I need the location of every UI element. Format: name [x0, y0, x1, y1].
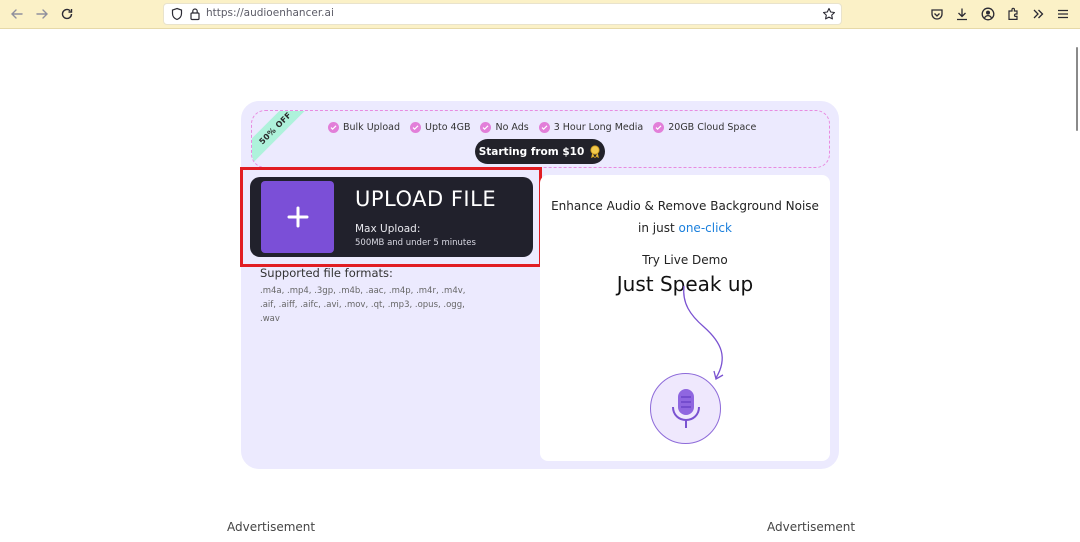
pricing-button[interactable]: Starting from $10 — [475, 139, 605, 164]
url-text[interactable]: https://audioenhancer.ai — [206, 7, 334, 19]
check-icon — [538, 121, 550, 133]
feature-list: Bulk Upload Upto 4GB No Ads 3 Hour Long … — [328, 120, 766, 134]
try-live-demo-label: Try Live Demo — [642, 253, 728, 267]
feature-label: 20GB Cloud Space — [668, 121, 757, 133]
check-icon — [328, 121, 339, 133]
menu-icon[interactable] — [1053, 5, 1073, 23]
upload-limit: 500MB and under 5 minutes — [355, 238, 476, 248]
feature-item: Bulk Upload — [328, 121, 400, 133]
formats-list: .m4a, .mp4, .3gp, .m4b, .aac, .m4p, .m4r… — [260, 286, 466, 324]
feature-item: No Ads — [480, 121, 529, 133]
feature-label: Upto 4GB — [425, 121, 471, 133]
plus-icon — [287, 206, 308, 228]
advertisement-label-right: Advertisement — [767, 520, 856, 534]
tagline-highlight: one-click — [678, 221, 732, 235]
browser-toolbar: https://audioenhancer.ai — [0, 0, 1080, 29]
star-icon[interactable] — [822, 7, 836, 21]
upload-title[interactable]: UPLOAD FILE — [355, 187, 496, 211]
forward-icon[interactable] — [32, 5, 52, 23]
formats-title: Supported file formats: — [260, 266, 393, 280]
upload-max-label: Max Upload: — [355, 223, 421, 235]
upload-plus-button[interactable] — [261, 181, 334, 253]
feature-item: 20GB Cloud Space — [653, 121, 757, 133]
lock-icon[interactable] — [189, 7, 201, 21]
advertisement-label-left: Advertisement — [227, 520, 316, 534]
download-icon[interactable] — [952, 5, 972, 23]
feature-label: No Ads — [495, 121, 529, 133]
pricing-label: Starting from $10 — [478, 145, 585, 158]
check-icon — [410, 121, 421, 133]
reload-icon[interactable] — [57, 5, 77, 23]
back-icon[interactable] — [7, 5, 27, 23]
shield-icon[interactable] — [170, 7, 184, 21]
tagline: Enhance Audio & Remove Background Noise … — [540, 195, 830, 239]
feature-item: Upto 4GB — [410, 121, 471, 133]
tagline-line2: in just one-click — [540, 217, 830, 239]
extensions-icon[interactable] — [1003, 5, 1023, 23]
tagline-line1: Enhance Audio & Remove Background Noise — [551, 199, 819, 213]
overflow-icon[interactable] — [1028, 5, 1048, 23]
url-bar[interactable]: https://audioenhancer.ai — [163, 3, 842, 25]
feature-label: 3 Hour Long Media — [553, 121, 644, 133]
account-icon[interactable] — [978, 5, 998, 23]
feature-item: 3 Hour Long Media — [538, 121, 644, 133]
tagline-prefix: in just — [638, 221, 679, 235]
microphone-icon — [671, 388, 700, 428]
feature-label: Bulk Upload — [343, 121, 400, 133]
page-scrollbar[interactable] — [1072, 29, 1080, 542]
award-icon — [590, 145, 600, 158]
microphone-button[interactable] — [650, 373, 721, 444]
scrollbar-thumb[interactable] — [1076, 47, 1078, 131]
check-icon — [480, 121, 492, 133]
discount-ribbon: 50% OFF — [252, 111, 314, 167]
check-icon — [653, 121, 665, 133]
pocket-icon[interactable] — [927, 5, 947, 23]
